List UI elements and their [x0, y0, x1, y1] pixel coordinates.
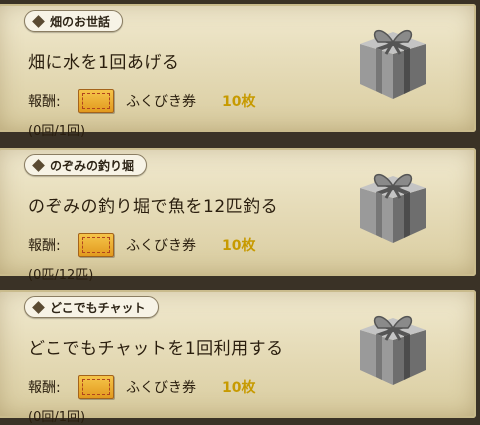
reward-label: 報酬:	[28, 380, 61, 396]
category-label: 畑のお世話	[50, 14, 111, 29]
reward-row: 報酬: ふくびき券 10枚	[28, 233, 255, 257]
mission-card[interactable]: どこでもチャット どこでもチャットを1回利用する 報酬: ふくびき券 10枚 (…	[0, 290, 476, 425]
progress-text: (0匹/12匹)	[28, 268, 94, 283]
category-tag: 畑のお世話	[24, 10, 124, 32]
ticket-icon	[78, 375, 114, 399]
reward-row: 報酬: ふくびき券 10枚	[28, 375, 255, 399]
ticket-icon	[78, 89, 114, 113]
category-label: のぞみの釣り堀	[50, 158, 135, 173]
reward-label: 報酬:	[28, 238, 61, 254]
gift-box-icon	[360, 316, 426, 385]
reward-name: ふくびき券	[126, 380, 196, 396]
progress-text: (0回/1回)	[28, 410, 86, 425]
reward-name: ふくびき券	[126, 94, 196, 110]
reward-name: ふくびき券	[126, 238, 196, 254]
reward-row: 報酬: ふくびき券 10枚	[28, 89, 255, 113]
diamond-icon	[33, 302, 44, 313]
mission-title: 畑に水を1回あげる	[28, 53, 180, 73]
mission-card[interactable]: のぞみの釣り堀 のぞみの釣り堀で魚を12匹釣る 報酬: ふくびき券 10枚 (0…	[0, 148, 476, 283]
reward-amount: 10枚	[222, 238, 256, 254]
reward-amount: 10枚	[222, 94, 256, 110]
gift-box-icon	[360, 30, 426, 99]
reward-amount: 10枚	[222, 380, 256, 396]
category-tag: のぞみの釣り堀	[24, 154, 148, 176]
category-label: どこでもチャット	[50, 300, 146, 315]
ticket-icon	[78, 233, 114, 257]
category-tag: どこでもチャット	[24, 296, 159, 318]
mission-title: のぞみの釣り堀で魚を12匹釣る	[28, 197, 279, 217]
diamond-icon	[33, 160, 44, 171]
gift-box-icon	[360, 174, 426, 243]
mission-title: どこでもチャットを1回利用する	[28, 339, 284, 359]
reward-label: 報酬:	[28, 94, 61, 110]
mission-card[interactable]: 畑のお世話 畑に水を1回あげる 報酬: ふくびき券 10枚 (0回/1回)	[0, 4, 476, 139]
progress-text: (0回/1回)	[28, 124, 86, 139]
diamond-icon	[33, 16, 44, 27]
